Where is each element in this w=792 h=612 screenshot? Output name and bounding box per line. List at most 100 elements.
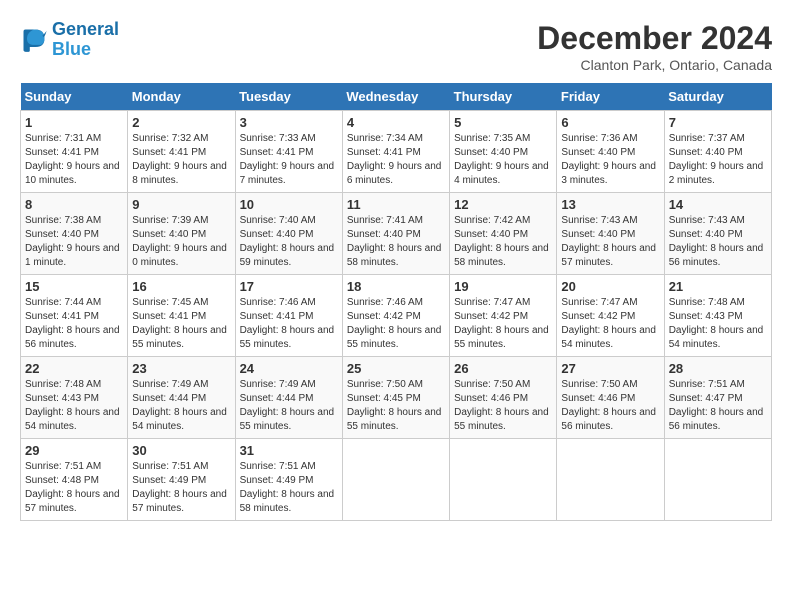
day-number: 9 xyxy=(132,197,230,212)
day-info: Sunrise: 7:47 AM Sunset: 4:42 PM Dayligh… xyxy=(561,296,659,352)
week-row-4: 22 Sunrise: 7:48 AM Sunset: 4:43 PM Dayl… xyxy=(21,357,772,439)
calendar-cell: 3 Sunrise: 7:33 AM Sunset: 4:41 PM Dayli… xyxy=(235,111,342,193)
week-row-3: 15 Sunrise: 7:44 AM Sunset: 4:41 PM Dayl… xyxy=(21,275,772,357)
calendar-cell: 23 Sunrise: 7:49 AM Sunset: 4:44 PM Dayl… xyxy=(128,357,235,439)
header-tuesday: Tuesday xyxy=(235,83,342,111)
calendar-cell: 14 Sunrise: 7:43 AM Sunset: 4:40 PM Dayl… xyxy=(664,193,771,275)
calendar-cell: 12 Sunrise: 7:42 AM Sunset: 4:40 PM Dayl… xyxy=(450,193,557,275)
day-number: 19 xyxy=(454,279,552,294)
day-info: Sunrise: 7:51 AM Sunset: 4:49 PM Dayligh… xyxy=(132,460,230,516)
day-info: Sunrise: 7:50 AM Sunset: 4:46 PM Dayligh… xyxy=(454,378,552,434)
logo-icon xyxy=(20,26,48,54)
header-section: General Blue December 2024 Clanton Park,… xyxy=(20,20,772,73)
calendar-cell: 16 Sunrise: 7:45 AM Sunset: 4:41 PM Dayl… xyxy=(128,275,235,357)
day-info: Sunrise: 7:35 AM Sunset: 4:40 PM Dayligh… xyxy=(454,132,552,188)
header-friday: Friday xyxy=(557,83,664,111)
logo-text: General Blue xyxy=(52,20,119,60)
day-info: Sunrise: 7:43 AM Sunset: 4:40 PM Dayligh… xyxy=(669,214,767,270)
day-info: Sunrise: 7:38 AM Sunset: 4:40 PM Dayligh… xyxy=(25,214,123,270)
day-number: 29 xyxy=(25,443,123,458)
header-saturday: Saturday xyxy=(664,83,771,111)
day-number: 2 xyxy=(132,115,230,130)
calendar-cell: 6 Sunrise: 7:36 AM Sunset: 4:40 PM Dayli… xyxy=(557,111,664,193)
day-info: Sunrise: 7:39 AM Sunset: 4:40 PM Dayligh… xyxy=(132,214,230,270)
week-row-1: 1 Sunrise: 7:31 AM Sunset: 4:41 PM Dayli… xyxy=(21,111,772,193)
calendar-cell: 2 Sunrise: 7:32 AM Sunset: 4:41 PM Dayli… xyxy=(128,111,235,193)
day-number: 22 xyxy=(25,361,123,376)
day-number: 8 xyxy=(25,197,123,212)
calendar-cell: 5 Sunrise: 7:35 AM Sunset: 4:40 PM Dayli… xyxy=(450,111,557,193)
day-number: 7 xyxy=(669,115,767,130)
calendar-cell: 11 Sunrise: 7:41 AM Sunset: 4:40 PM Dayl… xyxy=(342,193,449,275)
day-number: 26 xyxy=(454,361,552,376)
day-number: 18 xyxy=(347,279,445,294)
calendar-cell: 31 Sunrise: 7:51 AM Sunset: 4:49 PM Dayl… xyxy=(235,439,342,521)
calendar-cell: 4 Sunrise: 7:34 AM Sunset: 4:41 PM Dayli… xyxy=(342,111,449,193)
calendar-cell: 21 Sunrise: 7:48 AM Sunset: 4:43 PM Dayl… xyxy=(664,275,771,357)
day-info: Sunrise: 7:48 AM Sunset: 4:43 PM Dayligh… xyxy=(25,378,123,434)
calendar-cell: 28 Sunrise: 7:51 AM Sunset: 4:47 PM Dayl… xyxy=(664,357,771,439)
calendar-cell: 10 Sunrise: 7:40 AM Sunset: 4:40 PM Dayl… xyxy=(235,193,342,275)
day-info: Sunrise: 7:42 AM Sunset: 4:40 PM Dayligh… xyxy=(454,214,552,270)
calendar-cell: 18 Sunrise: 7:46 AM Sunset: 4:42 PM Dayl… xyxy=(342,275,449,357)
day-number: 17 xyxy=(240,279,338,294)
week-row-5: 29 Sunrise: 7:51 AM Sunset: 4:48 PM Dayl… xyxy=(21,439,772,521)
day-number: 14 xyxy=(669,197,767,212)
day-number: 15 xyxy=(25,279,123,294)
day-info: Sunrise: 7:32 AM Sunset: 4:41 PM Dayligh… xyxy=(132,132,230,188)
day-number: 16 xyxy=(132,279,230,294)
day-info: Sunrise: 7:49 AM Sunset: 4:44 PM Dayligh… xyxy=(240,378,338,434)
day-number: 21 xyxy=(669,279,767,294)
header-wednesday: Wednesday xyxy=(342,83,449,111)
day-info: Sunrise: 7:44 AM Sunset: 4:41 PM Dayligh… xyxy=(25,296,123,352)
calendar-cell: 8 Sunrise: 7:38 AM Sunset: 4:40 PM Dayli… xyxy=(21,193,128,275)
day-info: Sunrise: 7:33 AM Sunset: 4:41 PM Dayligh… xyxy=(240,132,338,188)
day-number: 1 xyxy=(25,115,123,130)
day-info: Sunrise: 7:46 AM Sunset: 4:41 PM Dayligh… xyxy=(240,296,338,352)
day-info: Sunrise: 7:31 AM Sunset: 4:41 PM Dayligh… xyxy=(25,132,123,188)
day-info: Sunrise: 7:47 AM Sunset: 4:42 PM Dayligh… xyxy=(454,296,552,352)
calendar-cell: 19 Sunrise: 7:47 AM Sunset: 4:42 PM Dayl… xyxy=(450,275,557,357)
day-number: 28 xyxy=(669,361,767,376)
day-number: 11 xyxy=(347,197,445,212)
day-info: Sunrise: 7:45 AM Sunset: 4:41 PM Dayligh… xyxy=(132,296,230,352)
calendar-cell: 22 Sunrise: 7:48 AM Sunset: 4:43 PM Dayl… xyxy=(21,357,128,439)
calendar-cell: 1 Sunrise: 7:31 AM Sunset: 4:41 PM Dayli… xyxy=(21,111,128,193)
day-number: 24 xyxy=(240,361,338,376)
day-info: Sunrise: 7:48 AM Sunset: 4:43 PM Dayligh… xyxy=(669,296,767,352)
month-title: December 2024 xyxy=(537,20,772,57)
day-number: 31 xyxy=(240,443,338,458)
day-info: Sunrise: 7:51 AM Sunset: 4:47 PM Dayligh… xyxy=(669,378,767,434)
calendar-cell: 9 Sunrise: 7:39 AM Sunset: 4:40 PM Dayli… xyxy=(128,193,235,275)
day-number: 27 xyxy=(561,361,659,376)
week-row-2: 8 Sunrise: 7:38 AM Sunset: 4:40 PM Dayli… xyxy=(21,193,772,275)
day-info: Sunrise: 7:36 AM Sunset: 4:40 PM Dayligh… xyxy=(561,132,659,188)
day-info: Sunrise: 7:37 AM Sunset: 4:40 PM Dayligh… xyxy=(669,132,767,188)
calendar-cell xyxy=(342,439,449,521)
calendar-table: SundayMondayTuesdayWednesdayThursdayFrid… xyxy=(20,83,772,521)
calendar-cell: 17 Sunrise: 7:46 AM Sunset: 4:41 PM Dayl… xyxy=(235,275,342,357)
calendar-cell xyxy=(450,439,557,521)
day-number: 10 xyxy=(240,197,338,212)
day-info: Sunrise: 7:49 AM Sunset: 4:44 PM Dayligh… xyxy=(132,378,230,434)
calendar-cell: 15 Sunrise: 7:44 AM Sunset: 4:41 PM Dayl… xyxy=(21,275,128,357)
calendar-cell: 27 Sunrise: 7:50 AM Sunset: 4:46 PM Dayl… xyxy=(557,357,664,439)
header-monday: Monday xyxy=(128,83,235,111)
header-thursday: Thursday xyxy=(450,83,557,111)
day-number: 23 xyxy=(132,361,230,376)
day-info: Sunrise: 7:50 AM Sunset: 4:46 PM Dayligh… xyxy=(561,378,659,434)
day-info: Sunrise: 7:51 AM Sunset: 4:48 PM Dayligh… xyxy=(25,460,123,516)
calendar-cell: 30 Sunrise: 7:51 AM Sunset: 4:49 PM Dayl… xyxy=(128,439,235,521)
day-info: Sunrise: 7:46 AM Sunset: 4:42 PM Dayligh… xyxy=(347,296,445,352)
day-number: 13 xyxy=(561,197,659,212)
calendar-header-row: SundayMondayTuesdayWednesdayThursdayFrid… xyxy=(21,83,772,111)
day-number: 4 xyxy=(347,115,445,130)
day-number: 6 xyxy=(561,115,659,130)
calendar-cell: 24 Sunrise: 7:49 AM Sunset: 4:44 PM Dayl… xyxy=(235,357,342,439)
day-number: 12 xyxy=(454,197,552,212)
day-number: 30 xyxy=(132,443,230,458)
calendar-cell: 29 Sunrise: 7:51 AM Sunset: 4:48 PM Dayl… xyxy=(21,439,128,521)
day-info: Sunrise: 7:43 AM Sunset: 4:40 PM Dayligh… xyxy=(561,214,659,270)
calendar-cell: 7 Sunrise: 7:37 AM Sunset: 4:40 PM Dayli… xyxy=(664,111,771,193)
header-sunday: Sunday xyxy=(21,83,128,111)
